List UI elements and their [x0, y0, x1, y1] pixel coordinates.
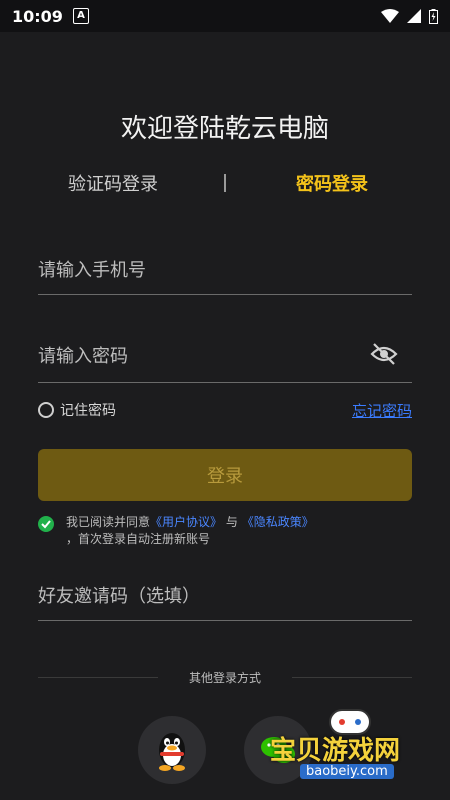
qq-login-button[interactable]	[138, 716, 206, 784]
status-right	[381, 8, 438, 24]
status-bar: 10:09 A	[0, 0, 450, 32]
password-placeholder: 请输入密码	[38, 346, 128, 367]
tab-divider	[224, 174, 226, 192]
checkmark-icon	[41, 520, 51, 529]
remember-password[interactable]: 记住密码	[38, 400, 116, 420]
wifi-icon	[381, 9, 399, 23]
status-left: 10:09 A	[12, 7, 89, 26]
tab-password-login[interactable]: 密码登录	[296, 170, 368, 196]
battery-icon	[429, 8, 438, 24]
agreement-prefix: 我已阅读并同意	[66, 515, 151, 529]
invite-placeholder: 好友邀请码（选填）	[38, 586, 200, 607]
page-title: 欢迎登陆乾云电脑	[120, 114, 329, 144]
login-button[interactable]: 登录	[38, 449, 412, 501]
tab-sms-login[interactable]: 验证码登录	[68, 170, 158, 196]
agreement-suffix: ，首次登录自动注册新账号	[66, 532, 211, 546]
signal-icon	[407, 9, 421, 23]
notification-icon: A	[72, 8, 89, 24]
privacy-policy-link[interactable]: 《隐私政策》	[242, 515, 314, 529]
watermark-url: baobeiy.com	[300, 764, 394, 779]
status-time: 10:09	[12, 6, 63, 26]
watermark-text: 宝贝游戏网	[270, 736, 401, 766]
login-tabs: 验证码登录 密码登录	[0, 170, 450, 200]
phone-field[interactable]: 请输入手机号	[38, 248, 412, 295]
qq-penguin-icon	[159, 733, 185, 771]
remember-radio[interactable]	[38, 402, 54, 418]
agreement-text: 我已阅读并同意《用户协议》 与 《隐私政策》 ，首次登录自动注册新账号	[66, 514, 406, 548]
agreement-and: 与	[225, 515, 238, 529]
divider-line-right	[292, 677, 412, 678]
eye-off-icon[interactable]	[370, 342, 398, 366]
other-login-divider: 其他登录方式	[38, 667, 412, 687]
invite-code-field[interactable]: 好友邀请码（选填）	[38, 578, 412, 621]
user-agreement-link[interactable]: 《用户协议》	[150, 515, 222, 529]
watermark: 宝贝游戏网 baobeiy.com	[270, 700, 440, 790]
phone-placeholder: 请输入手机号	[38, 260, 146, 281]
password-field[interactable]: 请输入密码	[38, 334, 412, 383]
check-icon[interactable]	[38, 516, 54, 532]
forgot-password-link[interactable]: 忘记密码	[352, 400, 412, 421]
login-button-label: 登录	[207, 466, 243, 487]
remember-label: 记住密码	[60, 403, 116, 419]
